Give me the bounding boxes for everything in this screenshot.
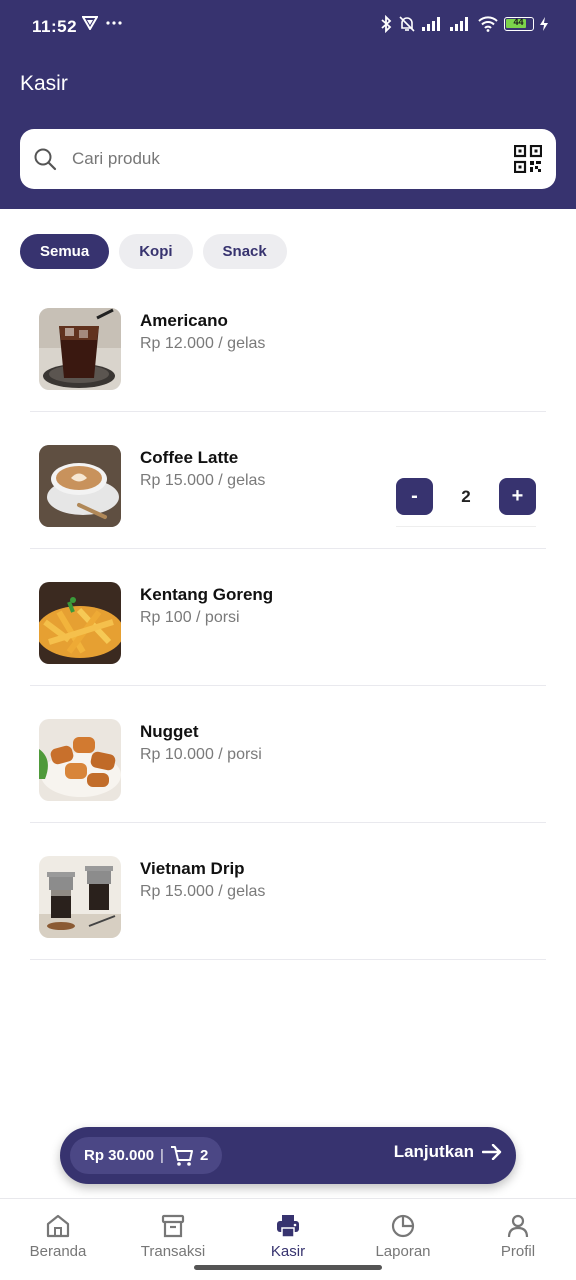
quantity-value: 2 [461, 487, 471, 506]
product-price: Rp 15.000 / gelas [140, 883, 266, 900]
product-image-kentang-goreng [39, 582, 121, 664]
quantity-stepper: - 2 + [396, 478, 536, 527]
product-item[interactable]: Kentang Goreng Rp 100 / porsi [30, 549, 546, 686]
product-list: Americano Rp 12.000 / gelas Coffee Latte… [30, 275, 546, 960]
status-left-icons [82, 16, 122, 30]
category-chip-snack[interactable]: Snack [202, 234, 287, 269]
nav-label: Profil [500, 1243, 536, 1260]
product-name: Vietnam Drip [140, 859, 245, 878]
category-chip-semua[interactable]: Semua [20, 234, 110, 269]
search-input[interactable] [72, 143, 492, 175]
arrow-right-icon [482, 1144, 502, 1160]
user-icon [507, 1214, 529, 1238]
cart-icon [170, 1145, 193, 1166]
product-name: Kentang Goreng [140, 585, 274, 604]
product-item[interactable]: Vietnam Drip Rp 15.000 / gelas [30, 823, 546, 960]
page-title: Kasir [20, 72, 68, 95]
cart-total: Rp 30.000 [84, 1147, 155, 1164]
category-chip-kopi[interactable]: Kopi [119, 234, 193, 269]
wifi-icon [478, 16, 498, 32]
product-name: Nugget [140, 722, 199, 741]
status-right-icons: 44 [380, 15, 548, 33]
signal-icon [450, 17, 468, 31]
nav-label: Transaksi [140, 1243, 206, 1260]
cart-summary: Rp 30.000 | 2 [70, 1137, 223, 1174]
cart-separator: | [160, 1147, 164, 1164]
vpn-icon [82, 16, 98, 30]
nav-label: Kasir [270, 1243, 306, 1260]
app-header: 11:52 44 Kasir [0, 0, 576, 209]
charging-icon [540, 17, 548, 31]
nav-label: Laporan [375, 1243, 431, 1260]
increase-quantity-button[interactable]: + [499, 478, 536, 515]
product-item[interactable]: Americano Rp 12.000 / gelas [30, 275, 546, 412]
product-price: Rp 100 / porsi [140, 609, 240, 626]
product-price: Rp 12.000 / gelas [140, 335, 266, 352]
product-name: Americano [140, 311, 228, 330]
nav-label: Beranda [29, 1243, 87, 1260]
home-icon [46, 1214, 70, 1238]
home-indicator[interactable] [194, 1265, 382, 1270]
more-icon [106, 21, 122, 25]
nav-item-profil[interactable]: Profil [463, 1213, 573, 1260]
status-bar: 11:52 44 [0, 0, 576, 54]
pie-chart-icon [391, 1214, 415, 1238]
product-item[interactable]: Nugget Rp 10.000 / porsi [30, 686, 546, 823]
product-image-nugget [39, 719, 121, 801]
product-image-coffee-latte [39, 445, 121, 527]
nav-item-kasir[interactable]: Kasir [233, 1213, 343, 1260]
decrease-quantity-button[interactable]: - [396, 478, 433, 515]
qr-code-icon[interactable] [514, 145, 542, 173]
nav-item-laporan[interactable]: Laporan [348, 1213, 458, 1260]
printer-icon [277, 1215, 299, 1238]
product-image-vietnam-drip [39, 856, 121, 938]
status-time: 11:52 [32, 17, 78, 36]
product-name: Coffee Latte [140, 448, 239, 467]
product-price: Rp 15.000 / gelas [140, 472, 266, 489]
archive-icon [161, 1214, 185, 1238]
search-icon [34, 148, 57, 171]
battery-icon: 44 [504, 17, 534, 31]
cart-bar[interactable]: Rp 30.000 | 2 Lanjutkan [60, 1127, 516, 1184]
continue-button[interactable]: Lanjutkan [394, 1142, 502, 1162]
category-filter: Semua Kopi Snack [20, 234, 287, 269]
product-price: Rp 10.000 / porsi [140, 746, 262, 763]
bell-off-icon [399, 16, 415, 32]
continue-label: Lanjutkan [393, 1142, 474, 1161]
nav-item-beranda[interactable]: Beranda [3, 1213, 113, 1260]
product-image-americano [39, 308, 121, 390]
bluetooth-icon [381, 15, 392, 33]
search-bar[interactable] [20, 129, 556, 189]
cart-count: 2 [199, 1147, 209, 1164]
nav-item-transaksi[interactable]: Transaksi [118, 1213, 228, 1260]
battery-level: 44 [513, 17, 524, 27]
signal-icon [422, 17, 440, 31]
